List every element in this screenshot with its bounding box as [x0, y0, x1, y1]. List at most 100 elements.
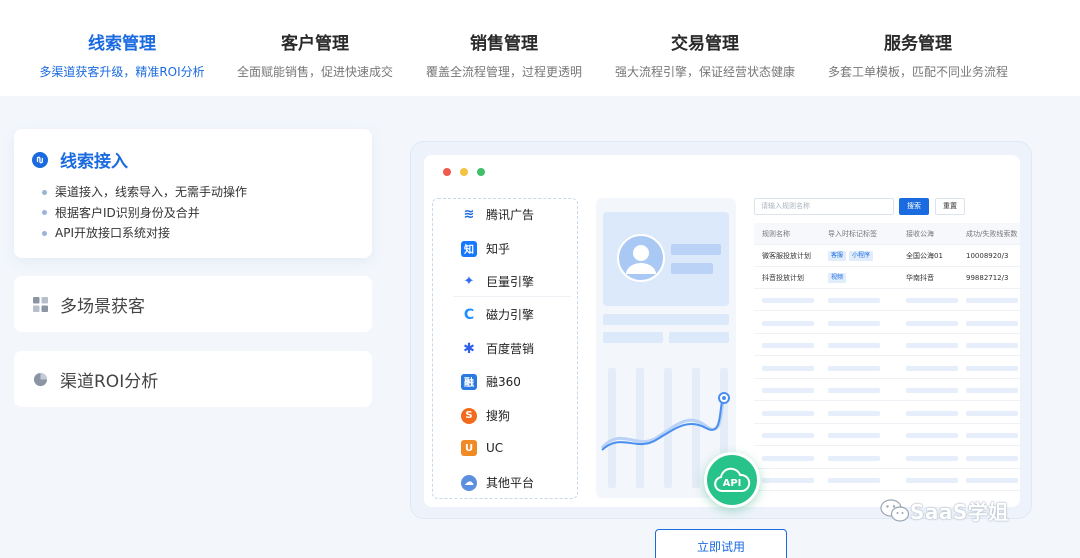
- magnetic-engine-icon: C: [461, 306, 477, 323]
- placeholder-bar: [671, 263, 713, 274]
- uc-icon: U: [461, 440, 477, 456]
- platform-item[interactable]: 知 知乎: [461, 240, 510, 257]
- platform-label: 巨量引擎: [486, 275, 535, 289]
- wechat-icon: [880, 498, 910, 522]
- try-now-button[interactable]: 立即试用: [655, 529, 787, 558]
- table-header-row: 规则名称 导入时标记标签 接收公海 成功/失败线索数: [754, 223, 1020, 245]
- feature-card-title: 渠道ROI分析: [60, 372, 159, 392]
- placeholder-bar: [966, 388, 1018, 393]
- count-cell: 99882712/3: [966, 274, 1009, 282]
- platform-item[interactable]: C 磁力引擎: [461, 306, 534, 323]
- tag-badge: 客服: [828, 251, 847, 261]
- placeholder-row: [754, 334, 1020, 356]
- tag-badge: 小程序: [849, 251, 874, 261]
- tab-title: 服务管理: [884, 34, 952, 54]
- tab-lead-management[interactable]: 线索管理 多渠道获客升级，精准ROI分析: [22, 32, 222, 80]
- tab-subtitle: 强大流程引擎，保证经营状态健康: [614, 65, 795, 79]
- platform-label: 磁力引擎: [486, 308, 535, 322]
- placeholder-bar: [966, 365, 1018, 371]
- feature-bullet: API开放接口系统对接: [42, 223, 247, 244]
- pool-cell: 全国公海01: [906, 252, 943, 260]
- rong360-icon: 融: [461, 373, 477, 390]
- table-row[interactable]: 微客服投放计划 客服 小程序 全国公海01 10008920/3: [754, 245, 1020, 267]
- placeholder-bar: [966, 433, 1018, 438]
- column-header: 规则名称: [762, 230, 790, 238]
- tab-subtitle: 覆盖全流程管理，过程更透明: [425, 65, 582, 79]
- platform-item[interactable]: U UC: [461, 440, 503, 456]
- profile-card: [603, 212, 729, 306]
- tab-title: 线索管理: [88, 34, 156, 54]
- tab-service-management[interactable]: 服务管理 多套工单模板，匹配不同业务流程: [818, 32, 1018, 80]
- tencent-ads-icon: ≋: [461, 206, 477, 223]
- trend-line-graphic: [600, 392, 730, 451]
- pool-cell: 华南抖音: [906, 274, 934, 282]
- placeholder-row: [754, 312, 1020, 334]
- placeholder-bar: [906, 433, 958, 438]
- placeholder-bar: [762, 343, 814, 348]
- feature-bullet: 根据客户ID识别身份及合并: [42, 203, 247, 224]
- search-button[interactable]: 搜索: [899, 198, 929, 215]
- minimize-dot-icon: [460, 168, 468, 176]
- placeholder-bar: [966, 455, 1018, 461]
- placeholder-bar: [966, 478, 1018, 483]
- placeholder-bar: [906, 320, 958, 326]
- placeholder-row: [754, 379, 1020, 401]
- platform-item[interactable]: ✦ 巨量引擎: [461, 273, 534, 290]
- feature-bullet-list: 渠道接入，线索导入，无需手动操作 根据客户ID识别身份及合并 API开放接口系统…: [42, 182, 247, 244]
- bullet-text: 根据客户ID识别身份及合并: [55, 205, 200, 220]
- placeholder-bar: [966, 320, 1018, 326]
- placeholder-bar: [906, 410, 958, 416]
- tab-title: 交易管理: [671, 34, 739, 54]
- placeholder-bar: [762, 365, 814, 371]
- rule-search-input[interactable]: 请输入规则名称: [754, 198, 894, 215]
- placeholder-bar: [669, 332, 729, 343]
- cloud-icon: ☁: [461, 474, 477, 491]
- tags-cell: 客服 小程序: [828, 245, 876, 267]
- placeholder-bar: [966, 410, 1018, 416]
- customer-profile-panel: [596, 198, 736, 498]
- placeholder-bar: [828, 388, 880, 393]
- placeholder-bar: [906, 455, 958, 461]
- feature-card-header: 渠道ROI分析: [32, 367, 158, 392]
- tab-subtitle: 多套工单模板，匹配不同业务流程: [827, 65, 1008, 79]
- platform-item[interactable]: ≋ 腾讯广告: [461, 206, 534, 223]
- api-label: API: [722, 478, 742, 489]
- tab-transaction-management[interactable]: 交易管理 强大流程引擎，保证经营状态健康: [605, 32, 805, 80]
- platform-label: 腾讯广告: [486, 208, 535, 222]
- divider: [453, 296, 571, 297]
- platform-item[interactable]: ✱ 百度营销: [461, 340, 534, 357]
- feature-card-roi-analysis[interactable]: 渠道ROI分析: [14, 351, 372, 407]
- link-circle-icon: [32, 151, 48, 168]
- column-header: 接收公海: [906, 230, 934, 238]
- api-badge: API: [704, 452, 760, 508]
- platform-label: 百度营销: [486, 342, 535, 356]
- baidu-icon: ✱: [461, 340, 477, 357]
- placeholder-bar: [906, 388, 958, 393]
- platform-item[interactable]: 融 融360: [461, 373, 521, 390]
- platform-item[interactable]: ☁ 其他平台: [461, 474, 534, 491]
- tab-sales-management[interactable]: 销售管理 覆盖全流程管理，过程更透明: [404, 32, 604, 80]
- rule-name-cell: 微客服投放计划: [762, 252, 811, 260]
- placeholder-bar: [828, 455, 880, 461]
- feature-card-multi-scene[interactable]: 多场景获客: [14, 276, 372, 332]
- placeholder-bar: [828, 410, 880, 416]
- avatar: [617, 234, 665, 282]
- placeholder-row: [754, 289, 1020, 311]
- placeholder-bar: [966, 343, 1018, 348]
- feature-card-header: 线索接入: [32, 147, 128, 172]
- tab-customer-management[interactable]: 客户管理 全面赋能销售，促进快速成交: [215, 32, 415, 80]
- feature-card-header: 多场景获客: [32, 292, 145, 317]
- placeholder-bar: [828, 433, 880, 438]
- placeholder-bar: [671, 244, 721, 255]
- window-controls: [443, 168, 494, 176]
- feature-card-title: 多场景获客: [60, 297, 145, 317]
- placeholder-bar: [762, 320, 814, 326]
- reset-button[interactable]: 重置: [935, 198, 965, 215]
- platform-item[interactable]: S 搜狗: [461, 407, 510, 424]
- table-row[interactable]: 抖音投放计划 视频 华南抖音 99882712/3: [754, 267, 1020, 289]
- placeholder-row: [754, 447, 1020, 469]
- placeholder-bar: [762, 455, 814, 461]
- feature-card-lead-access[interactable]: 线索接入 渠道接入，线索导入，无需手动操作 根据客户ID识别身份及合并 API开…: [14, 129, 372, 258]
- sogou-icon: S: [461, 407, 477, 424]
- placeholder-bar: [906, 365, 958, 371]
